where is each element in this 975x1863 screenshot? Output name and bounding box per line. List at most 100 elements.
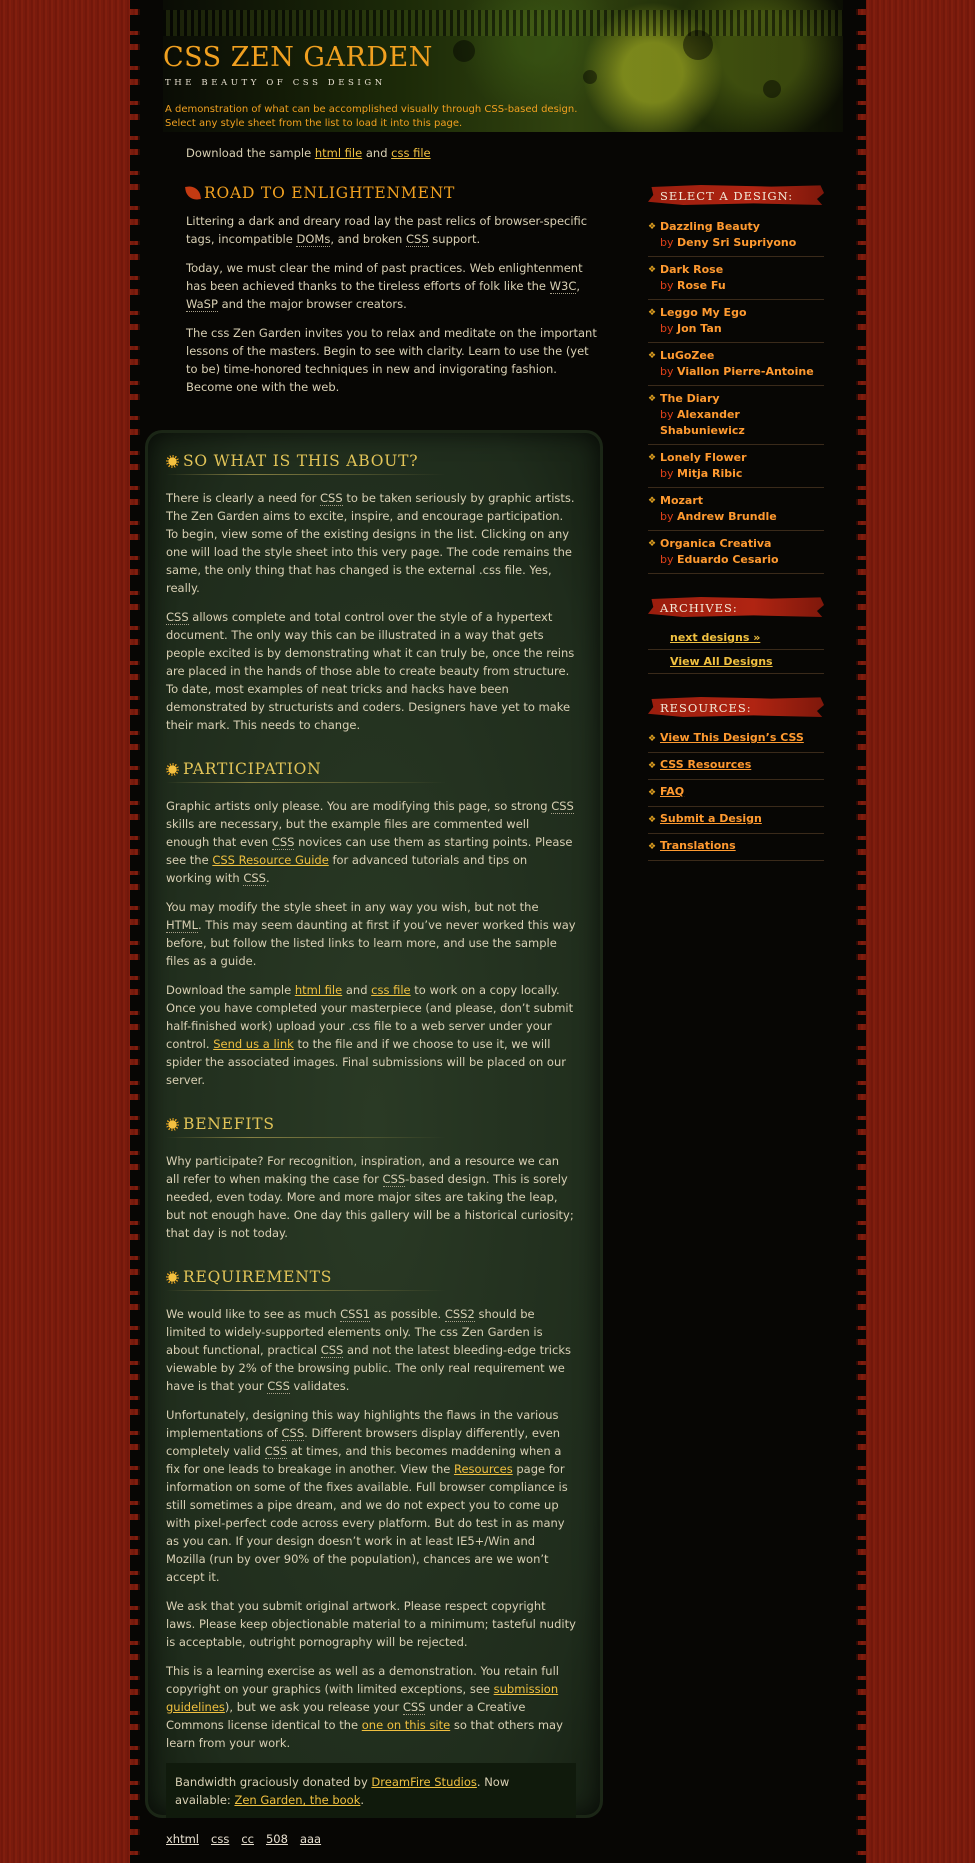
resources-link[interactable]: Resources — [454, 1462, 513, 1476]
design-list: ❖ Dazzling Beauty by Deny Sri Supriyono … — [648, 214, 824, 574]
abbr: CSS — [551, 799, 574, 814]
design-byline: by Mitja Ribic — [660, 467, 743, 480]
resource-item: ❖ CSS Resources — [648, 753, 824, 780]
sidebar-heading-text: ARCHIVES: — [660, 601, 738, 615]
license-link[interactable]: one on this site — [362, 1718, 450, 1732]
design-byline: by Eduardo Cesario — [660, 553, 779, 566]
divider — [166, 1290, 446, 1291]
design-link[interactable]: Dazzling Beauty — [660, 219, 796, 235]
divider — [166, 474, 446, 475]
bullet-icon: ❖ — [648, 761, 657, 771]
abbr: W3C — [549, 279, 577, 294]
design-item: ❖ Organica Creativa by Eduardo Cesario — [648, 531, 824, 574]
bullet-icon: ❖ — [648, 815, 657, 825]
design-item: ❖ The Diary by Alexander Shabuniewicz — [648, 386, 824, 445]
css-file-link[interactable]: css file — [371, 983, 410, 997]
footer-link-cc[interactable]: cc — [241, 1832, 254, 1846]
design-byline: by Deny Sri Supriyono — [660, 236, 797, 249]
sun-icon — [166, 1270, 179, 1284]
designer-link[interactable]: Deny Sri Supriyono — [677, 236, 796, 249]
footer-link-xhtml[interactable]: xhtml — [166, 1832, 199, 1846]
design-link[interactable]: Leggo My Ego — [660, 305, 747, 321]
paragraph: Today, we must clear the mind of past pr… — [186, 261, 583, 312]
bullet-icon: ❖ — [648, 734, 657, 744]
design-link[interactable]: Organica Creativa — [660, 536, 779, 552]
abbr: CSS1 — [340, 1307, 371, 1322]
abbr: CSS — [267, 1379, 290, 1394]
design-link[interactable]: Mozart — [660, 493, 777, 509]
bandwidth-notice: Bandwidth graciously donated by DreamFir… — [166, 1763, 576, 1818]
abbr: CSS — [406, 232, 429, 247]
send-link-link[interactable]: Send us a link — [213, 1037, 294, 1051]
design-item: ❖ Dazzling Beauty by Deny Sri Supriyono — [648, 214, 824, 257]
dreamfire-link[interactable]: DreamFire Studios — [371, 1775, 476, 1789]
design-link[interactable]: Dark Rose — [660, 262, 726, 278]
and-text: and — [365, 146, 388, 160]
leaf-icon — [185, 185, 201, 201]
abbr: CSS — [271, 835, 295, 850]
site-title: CSS ZEN GARDEN — [163, 42, 433, 73]
paragraph: This is a learning exercise as well as a… — [166, 1664, 563, 1750]
faq-link[interactable]: FAQ — [660, 785, 684, 801]
footer-link-aaa[interactable]: aaa — [300, 1832, 321, 1846]
site-tagline: THE BEAUTY OF CSS DESIGN — [165, 78, 386, 88]
view-all-designs-link[interactable]: View All Designs — [670, 655, 773, 668]
design-link[interactable]: Lonely Flower — [660, 450, 747, 466]
book-link[interactable]: Zen Garden, the book — [234, 1793, 360, 1807]
archive-item: next designs » — [648, 626, 824, 650]
section-benefits: BENEFITS Why participate? For recognitio… — [166, 1115, 576, 1242]
resource-item: ❖ Translations — [648, 834, 824, 861]
sun-icon — [166, 1117, 179, 1131]
bullet-icon: ❖ — [648, 308, 657, 318]
designer-link[interactable]: Jon Tan — [677, 322, 722, 335]
abbr: CSS2 — [444, 1307, 475, 1322]
designer-link[interactable]: Eduardo Cesario — [677, 553, 779, 566]
abbr: CSS — [382, 1172, 406, 1187]
section-title-requirements: REQUIREMENTS — [166, 1268, 576, 1286]
html-file-link[interactable]: html file — [315, 146, 362, 160]
designer-link[interactable]: Andrew Brundle — [677, 510, 777, 523]
design-byline: by Jon Tan — [660, 322, 722, 335]
css-resources-link[interactable]: CSS Resources — [660, 758, 751, 774]
designer-link[interactable]: Rose Fu — [677, 279, 726, 292]
section-participation: PARTICIPATION Graphic artists only pleas… — [166, 760, 576, 1089]
section-title-text: SO WHAT IS THIS ABOUT? — [183, 452, 419, 470]
bullet-icon: ❖ — [648, 842, 657, 852]
header-decoration — [453, 40, 475, 62]
abbr: DOMs — [296, 232, 331, 247]
css-file-link[interactable]: css file — [391, 146, 430, 160]
next-designs-link[interactable]: next designs » — [670, 631, 760, 644]
designer-link[interactable]: Viallon Pierre-Antoine — [677, 365, 814, 378]
section-title-about: SO WHAT IS THIS ABOUT? — [166, 452, 576, 470]
page-header: CSS ZEN GARDEN THE BEAUTY OF CSS DESIGN … — [163, 0, 843, 132]
abbr: WaSP — [186, 297, 218, 312]
header-decoration — [763, 80, 781, 98]
html-file-link[interactable]: html file — [295, 983, 342, 997]
bullet-icon: ❖ — [648, 265, 657, 275]
submit-design-link[interactable]: Submit a Design — [660, 812, 762, 828]
view-css-link[interactable]: View This Design’s CSS — [660, 731, 804, 747]
footer-link-508[interactable]: 508 — [266, 1832, 288, 1846]
header-decoration — [583, 70, 597, 84]
design-byline: by Alexander Shabuniewicz — [660, 408, 745, 437]
bullet-icon: ❖ — [648, 222, 657, 232]
download-text: Download the sample — [186, 146, 312, 160]
translations-link[interactable]: Translations — [660, 839, 736, 855]
paragraph: Graphic artists only please. You are mod… — [166, 799, 574, 886]
design-item: ❖ LuGoZee by Viallon Pierre-Antoine — [648, 343, 824, 386]
design-link[interactable]: LuGoZee — [660, 348, 814, 364]
archive-item: View All Designs — [648, 650, 824, 674]
footer-link-css[interactable]: css — [211, 1832, 229, 1846]
sidebar-heading-resources: RESOURCES: — [648, 694, 824, 720]
paragraph: The css Zen Garden invites you to relax … — [186, 326, 597, 394]
designer-link[interactable]: Mitja Ribic — [677, 467, 742, 480]
design-item: ❖ Mozart by Andrew Brundle — [648, 488, 824, 531]
section-title-text: PARTICIPATION — [183, 760, 322, 778]
sidebar-heading-text: RESOURCES: — [660, 701, 752, 715]
bullet-icon: ❖ — [648, 351, 657, 361]
abbr: CSS — [281, 1426, 305, 1441]
css-resource-guide-link[interactable]: CSS Resource Guide — [212, 853, 328, 867]
bullet-icon: ❖ — [648, 394, 657, 404]
design-byline: by Rose Fu — [660, 279, 726, 292]
design-link[interactable]: The Diary — [660, 391, 824, 407]
